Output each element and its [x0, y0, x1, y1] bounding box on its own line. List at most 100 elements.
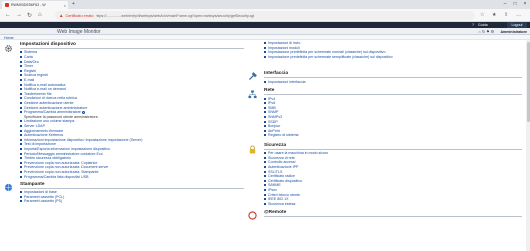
menu-item-label[interactable]: Prevenzione copia non autorizzata: Docum… [24, 165, 109, 169]
menu-item-label[interactable]: Test di importazione [24, 142, 56, 146]
menu-item-label[interactable]: Registro di sistema [268, 133, 299, 137]
share-icon[interactable]: ⇪ [504, 12, 508, 18]
warning-icon: ▲ [59, 13, 64, 18]
menu-item-label[interactable]: Programma/Cambia amministratore [24, 110, 81, 114]
gear-icon [5, 45, 12, 52]
home-link[interactable]: Home [4, 36, 14, 40]
menu-item-label[interactable]: Prevenzione copia non autorizzata: Copia… [24, 161, 97, 165]
certificate-warning[interactable]: Certificato errato [65, 14, 93, 18]
menu-item-label[interactable]: Data/Ora [24, 60, 39, 64]
tab-close-icon[interactable]: × [64, 3, 66, 8]
address-bar[interactable]: ▲ Certificato errato https://...........… [55, 11, 475, 20]
bullet-icon [20, 88, 22, 91]
menu-item-label[interactable]: Aggiornamento firmware [24, 129, 63, 133]
menu-item-label[interactable]: Autenticazione Kerberos [24, 133, 63, 137]
menu-item-label[interactable]: S/MIME [268, 183, 281, 187]
menu-item-label[interactable]: SMB [268, 106, 276, 110]
forward-icon[interactable]: → [16, 12, 22, 18]
menu-item-label[interactable]: Sicurezza di rete [268, 156, 295, 160]
menu-item-label[interactable]: Prevenzione copia non autorizzata: Stamp… [24, 170, 99, 174]
menu-item-label[interactable]: Parametri cassetto (PCL) [24, 195, 64, 199]
menu-item-label[interactable]: Informazioni impostazione dispositivo: I… [24, 138, 142, 142]
menu-item-label[interactable]: Programma/Cambia lista dispositivi USB [24, 175, 89, 179]
header-tool-icons[interactable]: ⌂ ↻ ⚑ ⚙ [479, 29, 494, 34]
menu-item-label[interactable]: Trasferimento file [24, 92, 52, 96]
menu-item-label[interactable]: Certificato dispositivo [268, 179, 302, 183]
menu-item-label[interactable]: IEEE 802.1X [268, 197, 289, 201]
menu-item-label[interactable]: IPv4 [268, 97, 275, 101]
menu-item-label[interactable]: Gestione autenticazione amministratore [24, 106, 87, 110]
menu-item-label[interactable]: Gestione autenticazione utente [24, 101, 74, 105]
menu-item-label[interactable]: Bonjour [268, 124, 280, 128]
menu-item-cassetto-ps[interactable]: Parametri cassetto (PS) [20, 199, 244, 204]
menu-item-label[interactable]: Sicurezza estesa [268, 202, 295, 206]
browser-tab[interactable]: RWM93DE56F83 - W × [2, 1, 68, 9]
menu-item-label[interactable]: SSL/TLS [268, 170, 282, 174]
menu-item-label[interactable]: Controllo accessi [268, 160, 295, 164]
menu-item-label[interactable]: AirPrint [268, 129, 280, 133]
menu-item-label[interactable]: Timer [24, 64, 33, 68]
menu-item-lista-usb[interactable]: Programma/Cambia lista dispositivi USB [20, 174, 244, 179]
more-icon[interactable]: … [516, 12, 521, 18]
menu-item-impostazioni-interfaccia[interactable]: Impostazioni interfaccia [264, 80, 522, 85]
menu-item-label[interactable]: SNMP [268, 110, 278, 114]
menu-item-label[interactable]: Impostazioni moduli [268, 46, 300, 50]
favorites-icon[interactable]: ★ [492, 12, 496, 18]
scrollbar-thumb[interactable] [526, 42, 530, 122]
menu-item-label[interactable]: Server LDAP [24, 124, 45, 128]
menu-item-sicurezza-estesa[interactable]: Sicurezza estesa [264, 201, 522, 206]
info-icon[interactable]: i [81, 110, 86, 114]
menu-item-label[interactable]: Certificato radice [268, 174, 295, 178]
bullet-icon [20, 51, 22, 54]
menu-item-label[interactable]: Notifica e-mail on demand [24, 87, 66, 91]
url-text[interactable]: https://...............web/entry/it/webs… [96, 14, 255, 18]
menu-item-label[interactable]: Carta [24, 55, 33, 59]
back-icon[interactable]: ← [5, 12, 11, 18]
close-window-icon[interactable]: × [520, 0, 530, 9]
menu-item-label[interactable]: Registri [24, 69, 36, 73]
bullet-icon [264, 179, 266, 182]
menu-item-registro-sistema[interactable]: Registro di sistema [264, 133, 522, 138]
bullet-icon [20, 195, 22, 198]
reload-icon[interactable]: ↻ [27, 12, 32, 19]
menu-item-label[interactable]: SNMPv3 [268, 115, 282, 119]
home-icon[interactable]: ⌂ [38, 12, 42, 18]
menu-item-label[interactable]: E-mail [24, 78, 34, 82]
menu-item-label[interactable]: Notifica e-mail automatica [24, 83, 65, 87]
minimize-icon[interactable]: – [500, 0, 510, 9]
menu-item-label[interactable]: Timbro sicurezza obbligatorio [24, 156, 71, 160]
menu-item-label[interactable]: Per usare la macchina in modo sicuro [268, 151, 328, 155]
menu-item-label[interactable]: IPv6 [268, 101, 275, 105]
menu-item-label[interactable]: Criteri blocco utente [268, 193, 300, 197]
menu-item-label[interactable]: Impostazioni di invio [268, 41, 300, 45]
help-link[interactable]: Guida [478, 23, 488, 27]
bullet-icon [264, 97, 266, 100]
menu-item-label[interactable]: IPsec [268, 188, 277, 192]
bullet-icon [264, 193, 266, 196]
section-title: Sicurezza [264, 143, 522, 150]
help-icon[interactable]: ? [472, 23, 474, 27]
menu-item-label[interactable]: Sistema [24, 50, 37, 54]
hint-text: Specificare la password utente amministr… [24, 114, 99, 119]
menu-item-schermate-semplificate[interactable]: Impostazione predefinita per schermate s… [264, 55, 522, 60]
menu-item-label[interactable]: Impostazione predefinita per schermate s… [268, 55, 393, 59]
menu-item-label[interactable]: Autenticazione IPP [268, 165, 298, 169]
maximize-icon[interactable]: □ [510, 0, 520, 9]
menu-item-label[interactable]: Importa/Esporta informazioni impostazion… [24, 147, 110, 151]
menu-item-label[interactable]: Impostazioni di base [24, 190, 57, 194]
menu-item-label[interactable]: Impostazioni interfaccia [268, 80, 306, 84]
reading-view-icon[interactable]: ☆ [480, 12, 484, 18]
interface-plug-icon [249, 72, 257, 81]
new-tab-button[interactable]: + [72, 1, 75, 7]
menu-item-label[interactable]: Condizioni di ricerca nella rubrica [24, 96, 77, 100]
bullet-icon [20, 191, 22, 194]
menu-item-label[interactable]: Limitazione uso volume stampa [24, 119, 74, 123]
remote-icon [248, 211, 257, 220]
menu-item-label[interactable]: SSDP [268, 120, 278, 124]
menu-item-label[interactable]: Impostazione predefinita per schermate n… [268, 50, 385, 54]
menu-item-label[interactable]: Parametri cassetto (PS) [24, 199, 62, 203]
bullet-icon [20, 166, 22, 169]
menu-item-label[interactable]: Scarica registri [24, 73, 48, 77]
bullet-icon [20, 138, 22, 141]
menu-item-label[interactable]: Periodo/Messaggio amministratore contato… [24, 152, 103, 156]
